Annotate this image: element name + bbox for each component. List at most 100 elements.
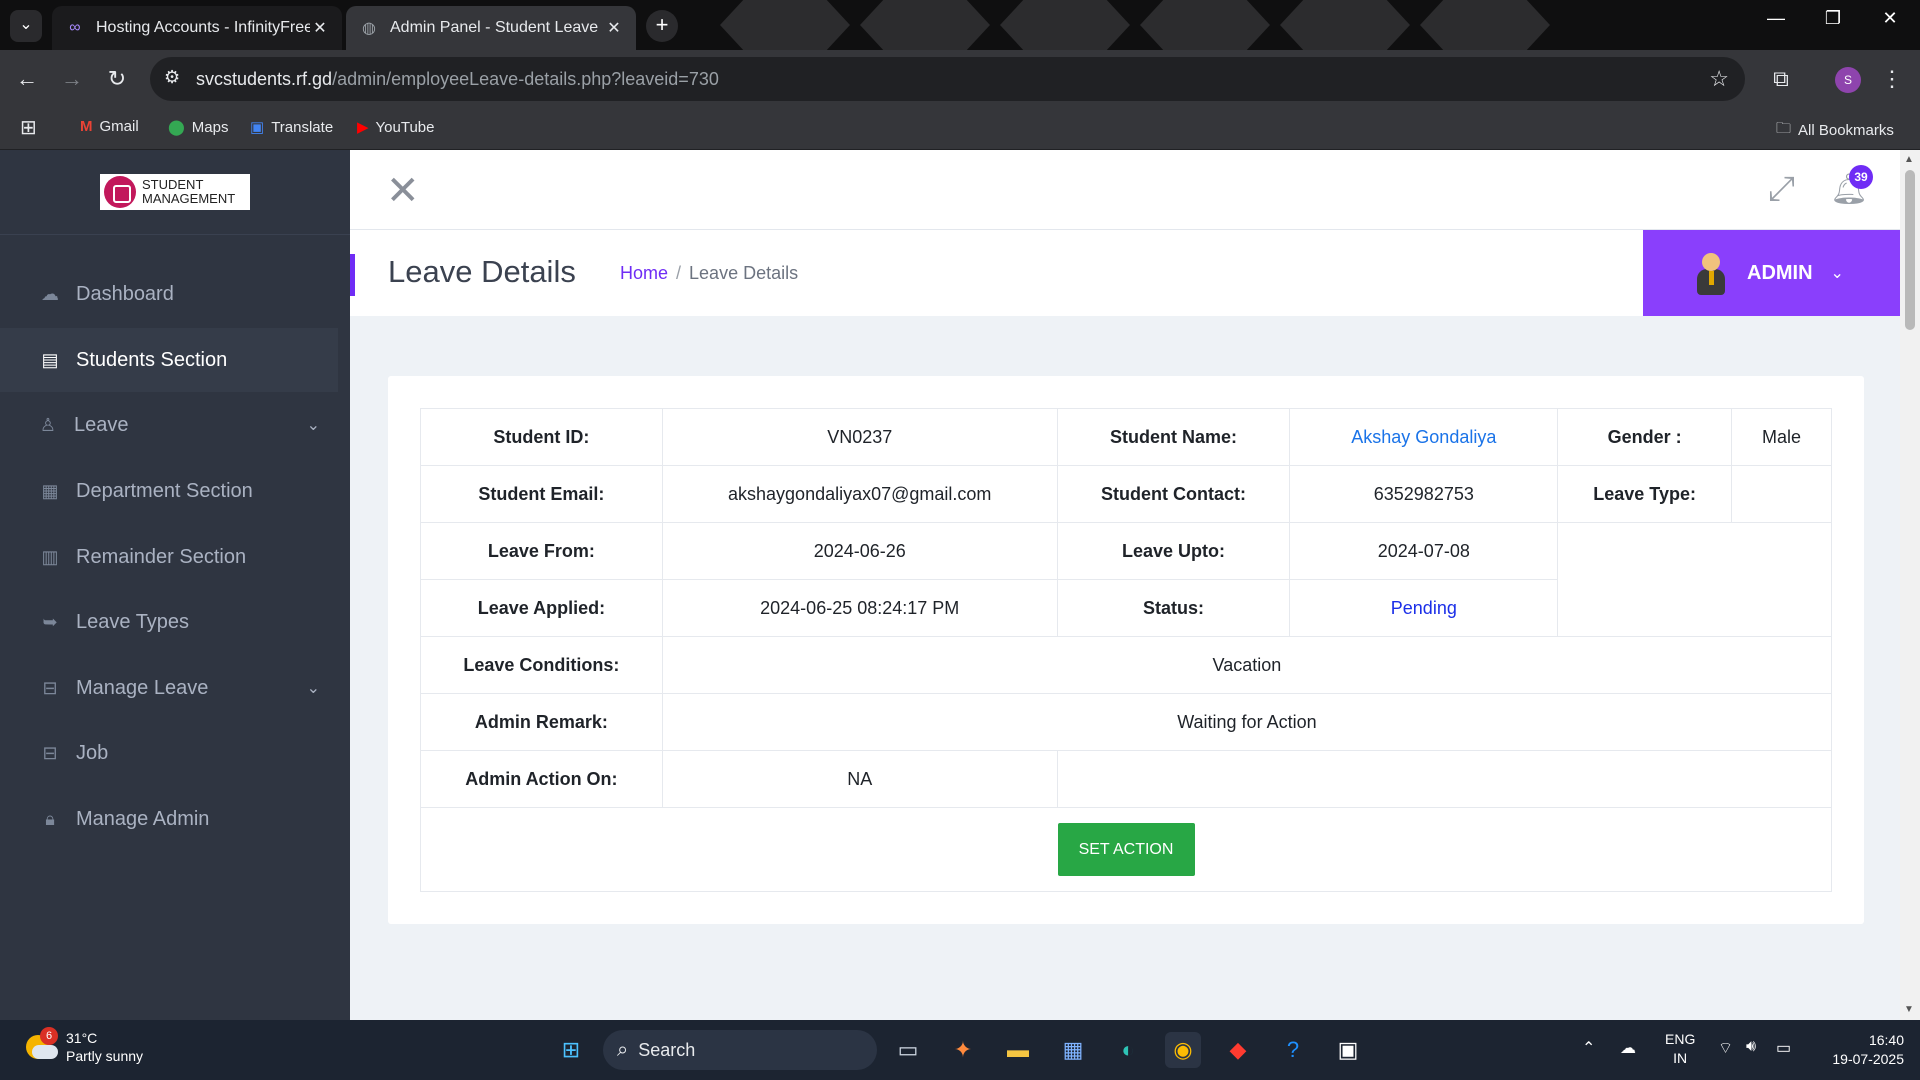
url-path: /admin/employeeLeave-details.php?leaveid…: [332, 69, 719, 89]
background-hexagon: [1280, 0, 1410, 50]
sidebar: STUDENT MANAGEMENT ☁ Dashboard ▤ Students S…: [0, 150, 350, 1020]
tab-admin-panel[interactable]: ◍ Admin Panel - Student Leave ✕: [346, 6, 636, 50]
sidebar-item-label: Manage Leave: [76, 676, 209, 699]
empty-cell: [1056, 750, 1833, 808]
forward-arrow-icon[interactable]: →: [55, 62, 89, 96]
gmail-icon: M: [80, 118, 93, 135]
sidebar-item-leave-types[interactable]: ➥ Leave Types: [0, 590, 338, 654]
all-bookmarks-label: All Bookmarks: [1798, 122, 1894, 139]
sidebar-item-dashboard[interactable]: ☁ Dashboard: [0, 262, 338, 326]
edge-browser-icon[interactable]: ◐: [1110, 1032, 1146, 1068]
breadcrumb-home-link[interactable]: Home: [620, 263, 668, 283]
more-menu-icon[interactable]: ⋮: [1875, 62, 1909, 96]
windows-start-icon[interactable]: ⊞: [553, 1032, 589, 1068]
admin-user-menu[interactable]: ADMIN ⌄: [1643, 230, 1900, 316]
extensions-icon[interactable]: ⧉: [1764, 62, 1798, 96]
onedrive-icon[interactable]: ☁: [1620, 1038, 1636, 1058]
apps-grid-icon[interactable]: ⊞: [20, 115, 37, 140]
set-action-button[interactable]: SET ACTION: [1057, 823, 1195, 876]
show-hidden-icons-chevron-icon[interactable]: ⌃: [1582, 1038, 1595, 1058]
sidebar-item-manage-leave[interactable]: ⊟ Manage Leave ⌄: [0, 656, 338, 720]
restore-icon[interactable]: ❐: [1813, 8, 1853, 29]
page-title-bar: Leave Details Home / Leave Details ADMIN ⌄: [350, 230, 1900, 316]
window-close-icon[interactable]: ✕: [1870, 8, 1910, 29]
volume-icon[interactable]: 🔊︎: [1746, 1038, 1756, 1056]
back-arrow-icon[interactable]: ←: [10, 62, 44, 96]
leave-conditions-value: Vacation: [661, 636, 1833, 694]
leave-conditions-label: Leave Conditions:: [420, 636, 663, 694]
sign-out-icon: ➥: [42, 611, 58, 632]
sidebar-item-manage-admin[interactable]: 🔒︎ Manage Admin: [0, 787, 338, 851]
folder-icon: 🗀: [1776, 120, 1792, 137]
copilot-icon[interactable]: ✦: [945, 1032, 981, 1068]
sidebar-item-label: Leave Types: [76, 610, 190, 633]
bookmark-label: YouTube: [375, 118, 435, 136]
terminal-app-icon[interactable]: ▣: [1330, 1032, 1366, 1068]
browser-tabstrip: ⌄ ∞ Hosting Accounts - InfinityFree ✕ ◍ …: [0, 0, 1920, 50]
battery-icon[interactable]: ▭: [1776, 1038, 1791, 1058]
file-explorer-icon[interactable]: ▬: [1000, 1032, 1036, 1068]
tab-search-button[interactable]: ⌄: [10, 10, 42, 42]
logo-line-2: MANAGEMENT: [142, 191, 236, 206]
browser-toolbar: ← → ↻ ⚙ svcstudents.rf.gd/admin/employee…: [0, 50, 1920, 108]
admin-remark-label: Admin Remark:: [420, 693, 663, 751]
chrome-browser-icon[interactable]: ◉: [1165, 1032, 1201, 1068]
profile-avatar[interactable]: S: [1835, 67, 1861, 93]
region-code: IN: [1673, 1050, 1688, 1066]
close-sidebar-icon[interactable]: ✕: [386, 168, 420, 214]
weather-widget[interactable]: 6 31°C Partly sunny: [24, 1027, 143, 1065]
tab-hosting-accounts[interactable]: ∞ Hosting Accounts - InfinityFree ✕: [52, 6, 342, 50]
gender-value: Male: [1731, 408, 1832, 466]
student-contact-value: 6352982753: [1289, 465, 1559, 523]
logo-area: STUDENT MANAGEMENT: [0, 150, 350, 235]
leave-type-label: Leave Type:: [1557, 465, 1733, 523]
url-domain: svcstudents.rf.gd: [196, 69, 333, 89]
page-scrollbar[interactable]: ▲ ▼: [1900, 150, 1920, 1020]
notification-count-badge: 39: [1849, 165, 1873, 189]
new-tab-button[interactable]: +: [646, 10, 678, 42]
leave-upto-label: Leave Upto:: [1056, 522, 1291, 580]
scroll-up-arrow-icon[interactable]: ▲: [1904, 154, 1914, 165]
sidebar-item-label: Manage Admin: [76, 807, 210, 830]
leave-from-label: Leave From:: [420, 522, 663, 580]
bookmark-translate[interactable]: ▣ Translate: [250, 118, 333, 137]
minimize-icon[interactable]: —: [1756, 8, 1796, 29]
task-view-icon[interactable]: ▭: [890, 1032, 926, 1068]
fullscreen-icon[interactable]: ⤢: [1768, 170, 1795, 209]
microsoft-store-icon[interactable]: ▦: [1055, 1032, 1091, 1068]
sidebar-item-job[interactable]: ⊟ Job: [0, 721, 338, 785]
background-hexagon: [720, 0, 850, 50]
sidebar-item-students-section[interactable]: ▤ Students Section: [0, 328, 338, 392]
site-settings-icon[interactable]: ⚙: [164, 67, 180, 88]
sidebar-item-label: Remainder Section: [76, 545, 247, 568]
system-clock[interactable]: 16:40 19-07-2025: [1814, 1031, 1904, 1069]
chevron-down-icon: ⌄: [19, 16, 33, 33]
url-text: svcstudents.rf.gd/admin/employeeLeave-de…: [196, 69, 719, 90]
taskbar-search[interactable]: ⌕ Search: [603, 1030, 877, 1070]
reload-icon[interactable]: ↻: [100, 62, 134, 96]
bookmark-star-icon[interactable]: ☆: [1709, 66, 1729, 92]
scroll-down-arrow-icon[interactable]: ▼: [1904, 1004, 1914, 1015]
bookmark-youtube[interactable]: ▶ YouTube: [357, 118, 435, 137]
leave-applied-label: Leave Applied:: [420, 579, 663, 637]
leave-type-value: [1731, 465, 1832, 523]
sidebar-item-remainder-section[interactable]: ▥ Remainder Section: [0, 525, 338, 589]
all-bookmarks[interactable]: 🗀 All Bookmarks: [1776, 118, 1894, 143]
bookmark-gmail[interactable]: M Gmail: [80, 118, 139, 135]
language-indicator[interactable]: ENG IN: [1665, 1030, 1695, 1068]
address-bar[interactable]: ⚙ svcstudents.rf.gd/admin/employeeLeave-…: [150, 57, 1745, 101]
table-row: Admin Remark: Waiting for Action: [420, 693, 1833, 751]
background-hexagon: [1000, 0, 1130, 50]
help-icon[interactable]: ?: [1275, 1032, 1311, 1068]
wifi-icon[interactable]: ⌔: [1718, 1038, 1733, 1058]
sidebar-item-department-section[interactable]: ▦ Department Section: [0, 459, 338, 523]
student-name-link[interactable]: Akshay Gondaliya: [1289, 408, 1559, 466]
scrollbar-thumb[interactable]: [1905, 170, 1915, 330]
user-icon: ♙: [39, 414, 57, 435]
sidebar-item-leave[interactable]: ♙ Leave ⌄: [0, 393, 338, 457]
close-icon[interactable]: ✕: [604, 18, 624, 38]
bookmark-maps[interactable]: ⬤ Maps: [168, 118, 228, 137]
app-logo[interactable]: STUDENT MANAGEMENT: [100, 174, 250, 210]
anydesk-icon[interactable]: ◆: [1220, 1032, 1256, 1068]
close-icon[interactable]: ✕: [310, 18, 330, 38]
